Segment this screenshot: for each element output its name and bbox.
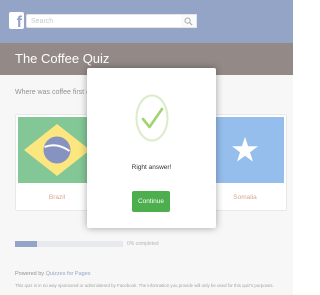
result-modal: Right answer! Continue <box>87 68 216 228</box>
result-message: Right answer! <box>131 164 172 171</box>
check-circle-icon <box>135 94 169 142</box>
continue-button[interactable]: Continue <box>132 191 170 212</box>
quiz-screen: f Search The Coffee Quiz Where was coffe… <box>0 0 293 295</box>
